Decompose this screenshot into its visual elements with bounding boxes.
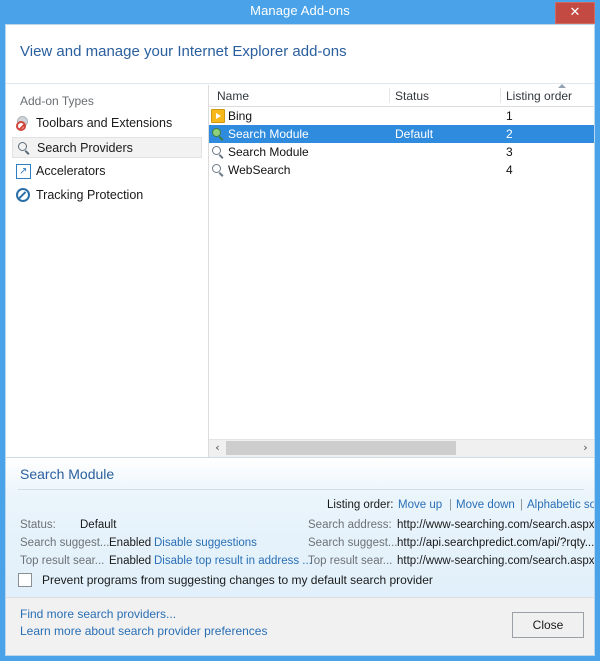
column-header-status[interactable]: Status	[395, 89, 429, 103]
learn-more-link[interactable]: Learn more about search provider prefere…	[20, 624, 267, 638]
listing-order-label: Listing order:	[327, 499, 394, 511]
table-row[interactable]: WebSearch 4	[209, 161, 594, 179]
accelerators-icon: ↗	[16, 164, 31, 179]
dialog-client-area: PC risk.com View and manage your Interne…	[5, 24, 595, 656]
magnifier-icon	[211, 163, 225, 177]
prevent-programs-label: Prevent programs from suggesting changes…	[42, 573, 433, 587]
row-name: WebSearch	[228, 163, 291, 177]
sidebar-item-label: Tracking Protection	[36, 188, 144, 202]
sidebar-item-tracking-protection[interactable]: Tracking Protection	[12, 185, 202, 206]
row-name: Search Module	[228, 127, 309, 141]
window-title: Manage Add-ons	[250, 3, 350, 18]
list-column-header: Name Status Listing order	[209, 84, 594, 107]
row-listing-order: 3	[506, 145, 513, 159]
row-name: Bing	[228, 109, 253, 123]
find-more-search-providers-link[interactable]: Find more search providers...	[20, 607, 176, 621]
row-name: Search Module	[228, 145, 309, 159]
search-suggestions-url-label: Search suggest...	[308, 537, 398, 549]
status-value: Default	[80, 519, 117, 531]
magnifier-icon	[211, 145, 225, 159]
top-result-url-label: Top result sear...	[308, 555, 393, 567]
close-icon: ✕	[569, 5, 581, 20]
table-row[interactable]: Search Module Default 2	[209, 125, 594, 143]
addon-list-pane: Name Status Listing order Bing 1 Search …	[208, 84, 594, 457]
search-address-label: Search address:	[308, 519, 392, 531]
search-address-value: http://www-searching.com/search.aspx...	[397, 519, 595, 531]
column-header-listing-order[interactable]: Listing order	[506, 89, 572, 103]
top-result-url-value: http://www-searching.com/search.aspx...	[397, 555, 595, 567]
move-down-link[interactable]: Move down	[456, 499, 515, 511]
manage-addons-window: Manage Add-ons ✕ PC risk.com View and ma…	[0, 0, 600, 661]
column-header-name[interactable]: Name	[217, 89, 249, 103]
top-result-value: Enabled	[109, 555, 152, 567]
search-module-active-icon	[211, 127, 225, 141]
addon-types-sidebar: Add-on Types Toolbars and Extensions Sea…	[6, 85, 208, 457]
close-button[interactable]: Close	[512, 612, 584, 638]
detail-separator	[18, 489, 584, 490]
prevent-programs-checkbox[interactable]	[18, 573, 32, 587]
sidebar-item-label: Toolbars and Extensions	[36, 116, 173, 130]
scroll-left-icon[interactable]: ‹	[209, 440, 226, 456]
alphabetic-sort-link[interactable]: Alphabetic sort	[527, 499, 594, 511]
link-separator: |	[449, 499, 452, 511]
move-up-link[interactable]: Move up	[398, 499, 442, 511]
sidebar-item-toolbars-and-extensions[interactable]: Toolbars and Extensions	[12, 113, 202, 134]
scroll-right-icon[interactable]: ›	[577, 440, 594, 456]
disable-suggestions-link[interactable]: Disable suggestions	[154, 537, 257, 549]
row-status: Default	[395, 127, 434, 141]
row-listing-order: 1	[506, 109, 513, 123]
sidebar-item-accelerators[interactable]: ↗ Accelerators	[12, 161, 202, 182]
link-separator: |	[520, 499, 523, 511]
top-result-label: Top result sear...	[20, 555, 105, 567]
horizontal-scrollbar[interactable]: ‹ ›	[209, 439, 594, 457]
page-title: View and manage your Internet Explorer a…	[20, 43, 347, 60]
search-suggestions-url-value: http://api.searchpredict.com/api/?rqty..…	[397, 537, 595, 549]
sidebar-item-label: Accelerators	[36, 164, 106, 178]
toolbars-extensions-icon	[16, 116, 31, 131]
dialog-footer: Find more search providers... Learn more…	[6, 597, 594, 655]
table-row[interactable]: Bing 1	[209, 107, 594, 125]
bing-icon	[211, 109, 225, 123]
search-suggestions-label: Search suggest...	[20, 537, 110, 549]
row-listing-order: 4	[506, 163, 513, 177]
search-providers-icon	[17, 141, 32, 156]
detail-title: Search Module	[20, 466, 115, 482]
table-row[interactable]: Search Module 3	[209, 143, 594, 161]
sidebar-heading: Add-on Types	[20, 94, 94, 108]
tracking-protection-icon	[16, 188, 31, 203]
dialog-banner: View and manage your Internet Explorer a…	[6, 25, 594, 84]
window-close-button[interactable]: ✕	[555, 2, 595, 24]
sort-ascending-icon	[558, 84, 566, 88]
status-label: Status:	[20, 519, 56, 531]
scrollbar-thumb[interactable]	[226, 441, 456, 455]
search-suggestions-value: Enabled	[109, 537, 152, 549]
sidebar-item-search-providers[interactable]: Search Providers	[12, 137, 202, 158]
row-listing-order: 2	[506, 127, 513, 141]
disable-top-result-link[interactable]: Disable top result in address ...	[154, 555, 312, 567]
title-bar: Manage Add-ons ✕	[0, 0, 600, 24]
sidebar-item-label: Search Providers	[37, 141, 133, 155]
